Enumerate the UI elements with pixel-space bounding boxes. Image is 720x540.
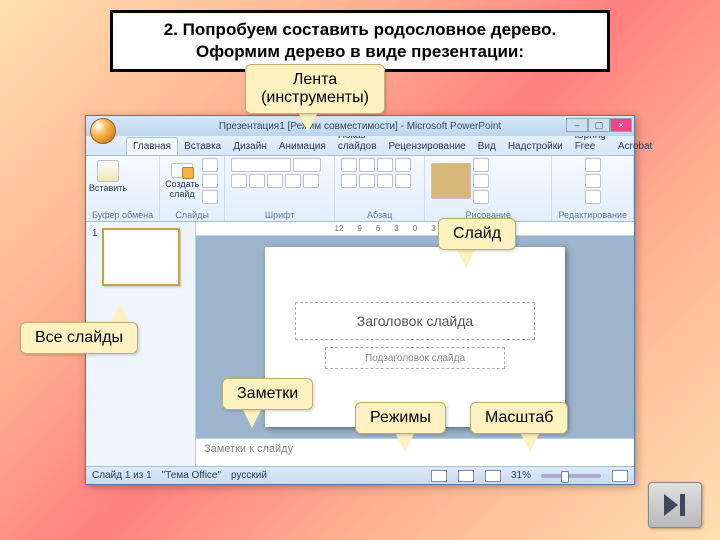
- slideshow-view-button[interactable]: [485, 470, 501, 482]
- close-button[interactable]: ×: [610, 118, 632, 132]
- tab-view[interactable]: Вид: [472, 138, 502, 155]
- callout-all-slides: Все слайды: [20, 322, 138, 354]
- subtitle-placeholder[interactable]: Подзаголовок слайда: [325, 347, 505, 369]
- minimize-button[interactable]: –: [566, 118, 588, 132]
- next-slide-button[interactable]: [648, 482, 702, 528]
- new-slide-icon: [171, 163, 193, 178]
- zoom-slider[interactable]: [541, 474, 601, 478]
- callout-notes: Заметки: [222, 378, 313, 410]
- ribbon-tabs: Главная Вставка Дизайн Анимация Показ сл…: [86, 136, 634, 156]
- tab-insert[interactable]: Вставка: [178, 138, 227, 155]
- callout-zoom-tail: [520, 432, 540, 452]
- group-slides: Создать слайд Слайды: [160, 156, 225, 221]
- callout-slide: Слайд: [438, 218, 516, 250]
- align-left-button[interactable]: [341, 174, 357, 188]
- shadow-button[interactable]: [285, 174, 301, 188]
- group-clipboard: Вставить Буфер обмена: [86, 156, 160, 221]
- group-font: Шрифт: [225, 156, 335, 221]
- callout-all-slides-tail: [110, 304, 130, 324]
- ribbon: Вставить Буфер обмена Создать слайд Слай…: [86, 156, 634, 222]
- bold-button[interactable]: [231, 174, 247, 188]
- notes-pane[interactable]: Заметки к слайду: [196, 438, 634, 466]
- status-language: русский: [231, 470, 267, 481]
- callout-ribbon-tail: [298, 112, 318, 132]
- align-center-button[interactable]: [359, 174, 375, 188]
- new-slide-button[interactable]: Создать слайд: [166, 163, 198, 199]
- tab-home[interactable]: Главная: [126, 137, 178, 155]
- group-paragraph: Абзац: [335, 156, 425, 221]
- columns-button[interactable]: [395, 174, 411, 188]
- normal-view-button[interactable]: [431, 470, 447, 482]
- title-bar: Презентация1 [Режим совместимости] - Mic…: [86, 116, 634, 136]
- replace-button[interactable]: [585, 174, 601, 188]
- shape-effects-button[interactable]: [473, 190, 489, 204]
- instruction-header: 2. Попробуем составить родословное дерев…: [110, 10, 610, 72]
- horizontal-ruler: 12 9 6 3 0 3 6 9 12: [196, 222, 634, 236]
- instruction-line1: 2. Попробуем составить родословное дерев…: [123, 19, 597, 41]
- callout-ribbon: Лента (инструменты): [245, 64, 385, 114]
- callout-zoom: Масштаб: [470, 402, 568, 434]
- paste-icon: [97, 160, 119, 182]
- group-editing: Редактирование: [552, 156, 634, 221]
- callout-views: Режимы: [355, 402, 446, 434]
- callout-notes-tail: [242, 408, 262, 428]
- bullets-button[interactable]: [341, 158, 357, 172]
- maximize-button[interactable]: ▢: [588, 118, 610, 132]
- italic-button[interactable]: [249, 174, 265, 188]
- font-color-button[interactable]: [303, 174, 319, 188]
- window-title: Презентация1 [Режим совместимости] - Mic…: [219, 121, 501, 132]
- layout-button[interactable]: [202, 158, 218, 172]
- group-drawing: Рисование: [425, 156, 552, 221]
- status-slide-count: Слайд 1 из 1: [92, 470, 152, 481]
- shapes-gallery[interactable]: [431, 163, 471, 199]
- fit-to-window-button[interactable]: [612, 470, 628, 482]
- tab-animation[interactable]: Анимация: [273, 138, 332, 155]
- delete-slide-button[interactable]: [202, 190, 218, 204]
- forward-icon: [660, 490, 690, 520]
- status-zoom: 31%: [511, 470, 531, 481]
- status-bar: Слайд 1 из 1 "Тема Office" русский 31%: [86, 466, 634, 484]
- status-theme: "Тема Office": [162, 470, 221, 481]
- slide-thumbnail: [102, 228, 180, 286]
- instruction-line2: Оформим дерево в виде презентации:: [123, 41, 597, 63]
- font-family-select[interactable]: [231, 158, 291, 172]
- tab-review[interactable]: Рецензирование: [383, 138, 472, 155]
- tab-acrobat[interactable]: Acrobat: [612, 138, 658, 155]
- shape-outline-button[interactable]: [473, 174, 489, 188]
- underline-button[interactable]: [267, 174, 283, 188]
- indent-dec-button[interactable]: [377, 158, 393, 172]
- font-size-select[interactable]: [293, 158, 321, 172]
- office-button[interactable]: [90, 118, 116, 144]
- tab-design[interactable]: Дизайн: [227, 138, 273, 155]
- find-button[interactable]: [585, 158, 601, 172]
- tab-addins[interactable]: Надстройки: [502, 138, 569, 155]
- thumbnail-1[interactable]: 1: [92, 228, 189, 286]
- numbering-button[interactable]: [359, 158, 375, 172]
- align-right-button[interactable]: [377, 174, 393, 188]
- callout-views-tail: [395, 432, 415, 452]
- title-placeholder[interactable]: Заголовок слайда: [295, 302, 535, 340]
- indent-inc-button[interactable]: [395, 158, 411, 172]
- reset-button[interactable]: [202, 174, 218, 188]
- callout-slide-tail: [456, 248, 476, 268]
- select-button[interactable]: [585, 190, 601, 204]
- sorter-view-button[interactable]: [458, 470, 474, 482]
- paste-button[interactable]: Вставить: [92, 158, 124, 194]
- shape-fill-button[interactable]: [473, 158, 489, 172]
- notes-placeholder: Заметки к слайду: [204, 443, 293, 455]
